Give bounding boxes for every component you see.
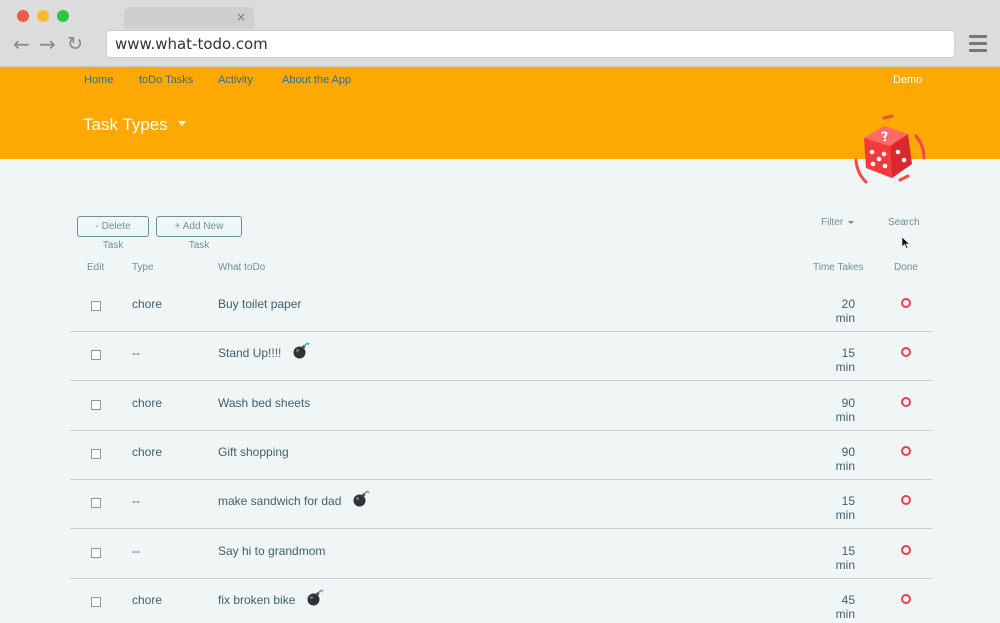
column-header-what: What toDo [218,262,266,273]
done-circle-icon[interactable] [901,544,911,555]
column-header-type: Type [132,262,154,273]
task-type: -- [132,543,140,558]
task-what: Stand Up!!!! [218,346,282,361]
hamburger-icon[interactable] [969,35,987,52]
column-header-edit: Edit [87,262,105,273]
table-row: -- Stand Up!!!! 15 min [70,332,932,382]
filter-label: Filter [821,217,844,228]
task-time: 20 min [835,297,855,325]
back-arrow-icon[interactable]: ← [13,33,30,55]
done-circle-icon[interactable] [901,347,911,358]
window-zoom-button[interactable] [57,10,69,22]
table-row: chore fix broken bike 45 min [70,579,932,623]
add-task-button[interactable]: + Add New Task [156,216,242,251]
task-type: chore [132,592,163,607]
bomb-icon [352,490,370,508]
edit-checkbox[interactable] [91,596,101,607]
nav-activity[interactable]: Activity [218,74,253,86]
nav-todo-tasks[interactable]: toDo Tasks [139,74,193,86]
task-what: fix broken bike [218,592,296,607]
task-time: 15 min [835,543,855,572]
filter-dropdown[interactable]: Filter [821,217,855,228]
task-time: 15 min [835,346,855,375]
task-time: 45 min [835,592,855,621]
done-circle-icon[interactable] [901,396,911,407]
chevron-down-icon [848,220,855,224]
done-circle-icon[interactable] [901,298,911,308]
done-circle-icon[interactable] [901,495,911,506]
task-type: -- [132,346,140,361]
task-time: 90 min [835,444,855,473]
bomb-icon [306,589,324,607]
browser-chrome: × ← → ↻ www.what-todo.com [0,0,1000,67]
forward-arrow-icon[interactable]: → [39,33,56,55]
edit-checkbox[interactable] [91,350,101,361]
chevron-down-icon [177,121,186,127]
url-text: www.what-todo.com [115,35,268,53]
task-type: chore [132,444,163,459]
task-type: chore [132,395,163,410]
task-type: -- [132,494,140,509]
reload-icon[interactable]: ↻ [67,33,83,55]
done-circle-icon[interactable] [901,445,911,456]
task-what: Gift shopping [218,444,289,459]
task-type: chore [132,297,163,311]
edit-checkbox[interactable] [91,448,101,459]
task-what: make sandwich for dad [218,494,342,509]
page-title-dropdown[interactable]: Task Types [83,115,186,135]
nav-home[interactable]: Home [84,74,113,86]
table-row: -- make sandwich for dad 15 min [70,480,932,530]
table-row: chore Wash bed sheets 90 min [70,382,932,431]
search-link[interactable]: Search [888,217,920,228]
edit-checkbox[interactable] [91,547,101,558]
dice-question-icon: ? [854,114,926,184]
column-header-done: Done [894,262,918,273]
page-title: Task Types [83,115,168,134]
done-circle-icon[interactable] [901,593,911,604]
nav-user-demo[interactable]: Demo [893,74,922,86]
column-header-time: Time Takes [813,262,864,273]
tab-close-icon[interactable]: × [236,9,246,25]
task-time: 90 min [835,395,855,424]
edit-checkbox[interactable] [91,399,101,410]
task-what: Say hi to grandmom [218,543,326,558]
browser-tab[interactable]: × [124,7,254,29]
address-bar[interactable]: www.what-todo.com [106,30,955,58]
window-close-button[interactable] [17,10,29,22]
window-minimize-button[interactable] [37,10,49,22]
table-row: chore Buy toilet paper 20 min [70,283,932,332]
bomb-icon [292,342,310,360]
task-what: Wash bed sheets [218,395,311,410]
nav-about[interactable]: About the App [282,74,351,86]
edit-checkbox[interactable] [91,498,101,509]
main-content: - Delete Task + Add New Task Filter Sear… [0,159,1000,623]
mouse-cursor-icon [902,237,910,249]
table-row: chore Gift shopping 90 min [70,431,932,480]
task-time: 15 min [835,494,855,523]
delete-task-button[interactable]: - Delete Task [77,216,149,251]
task-what: Buy toilet paper [218,297,302,311]
edit-checkbox[interactable] [91,301,101,311]
table-row: -- Say hi to grandmom 15 min [70,530,932,579]
